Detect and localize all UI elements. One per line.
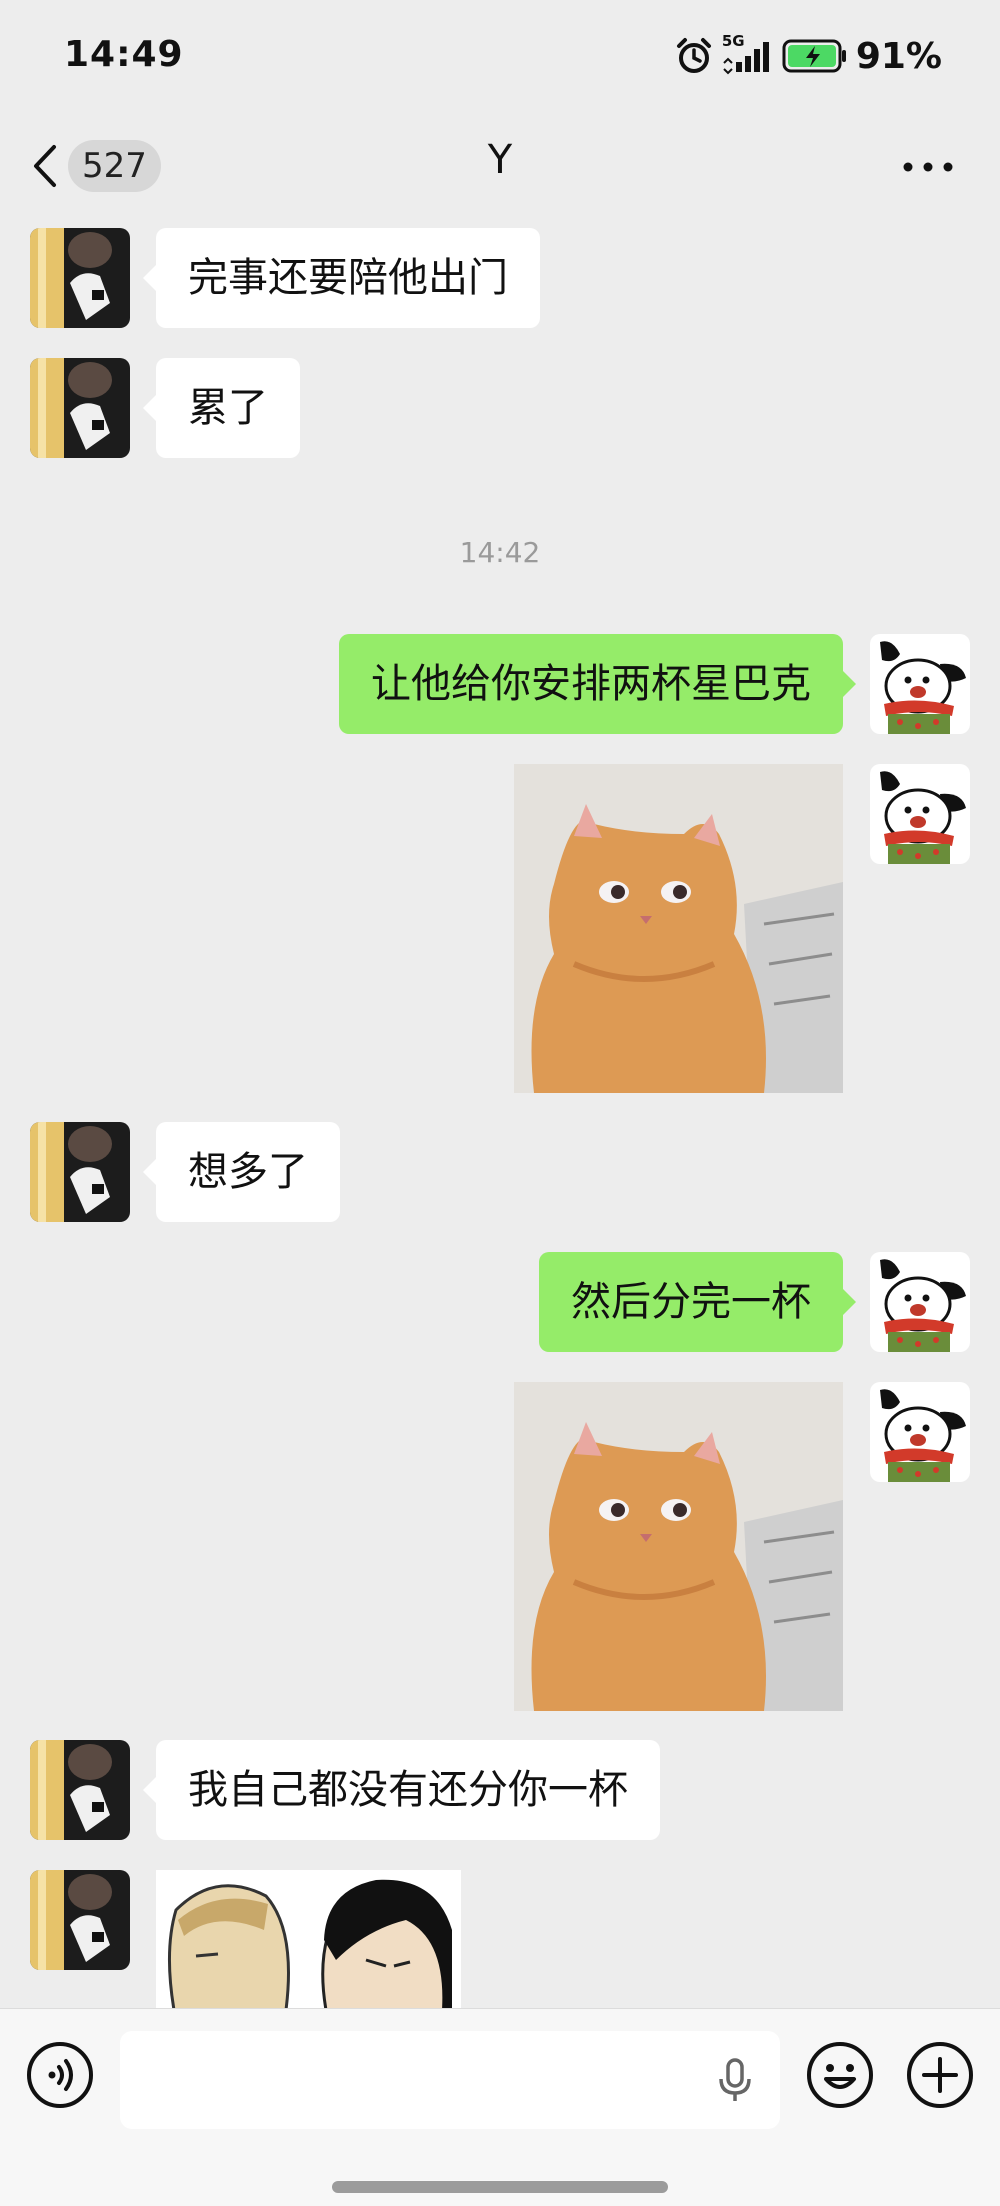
battery-percent: 91% [855, 35, 942, 77]
plus-icon [907, 2042, 973, 2108]
signal-icon: 5G [722, 32, 774, 76]
message-bubble-sent[interactable]: 然后分完一杯 [539, 1252, 856, 1352]
my-avatar[interactable] [870, 1382, 970, 1482]
time-divider: 14:42 [459, 536, 541, 569]
contact-avatar[interactable] [30, 1870, 130, 1970]
message-row: 然后分完一杯 [0, 1252, 1000, 1352]
comic-image[interactable] [156, 1870, 461, 2008]
chat-title: Y [487, 137, 513, 183]
message-input[interactable] [120, 2031, 780, 2129]
message-row: 我自己都没有还分你一杯 [0, 1740, 1000, 1840]
voice-mode-button[interactable] [26, 2041, 94, 2109]
message-row [0, 764, 1000, 1093]
contact-avatar[interactable] [30, 1122, 130, 1222]
emoji-icon [807, 2042, 873, 2108]
alarm-icon [676, 38, 711, 73]
input-bar [0, 2008, 1000, 2206]
home-indicator[interactable] [332, 2181, 668, 2193]
microphone-icon [719, 2058, 751, 2101]
message-bubble-received[interactable]: 累了 [143, 358, 300, 458]
my-avatar[interactable] [870, 1252, 970, 1352]
message-row: 让他给你安排两杯星巴克 [0, 634, 1000, 734]
message-list[interactable]: 完事还要陪他出门 累了 14:42 让他给你安排两杯星巴克 想多了 然后分完一杯 [0, 220, 1000, 2008]
voice-mode-icon [27, 2042, 93, 2108]
contact-avatar[interactable] [30, 228, 130, 328]
orange-cat-sticker[interactable] [514, 1382, 843, 1711]
chat-header: 527 Y [0, 115, 1000, 220]
my-avatar[interactable] [870, 634, 970, 734]
message-bubble-sent[interactable]: 让他给你安排两杯星巴克 [339, 634, 856, 734]
contact-avatar[interactable] [30, 1740, 130, 1840]
my-avatar[interactable] [870, 764, 970, 864]
status-icons: 5G 91% [674, 32, 942, 78]
message-bubble-received[interactable]: 我自己都没有还分你一杯 [143, 1740, 660, 1840]
message-row [0, 1382, 1000, 1711]
message-row: 想多了 [0, 1122, 1000, 1222]
emoji-button[interactable] [806, 2041, 874, 2109]
message-bubble-received[interactable]: 想多了 [143, 1122, 340, 1222]
contact-avatar[interactable] [30, 358, 130, 458]
message-row: 累了 [0, 358, 1000, 458]
status-time: 14:49 [64, 34, 184, 75]
plus-button[interactable] [906, 2041, 974, 2109]
message-row: 完事还要陪他出门 [0, 228, 1000, 328]
message-row [0, 1870, 1000, 2008]
battery-charging-icon [782, 39, 846, 73]
message-bubble-received[interactable]: 完事还要陪他出门 [143, 228, 540, 328]
more-button[interactable] [896, 145, 960, 189]
orange-cat-sticker[interactable] [514, 764, 843, 1093]
microphone-button[interactable] [712, 2057, 758, 2103]
more-icon [903, 162, 953, 172]
status-bar: 14:49 5G 91% [0, 0, 1000, 115]
